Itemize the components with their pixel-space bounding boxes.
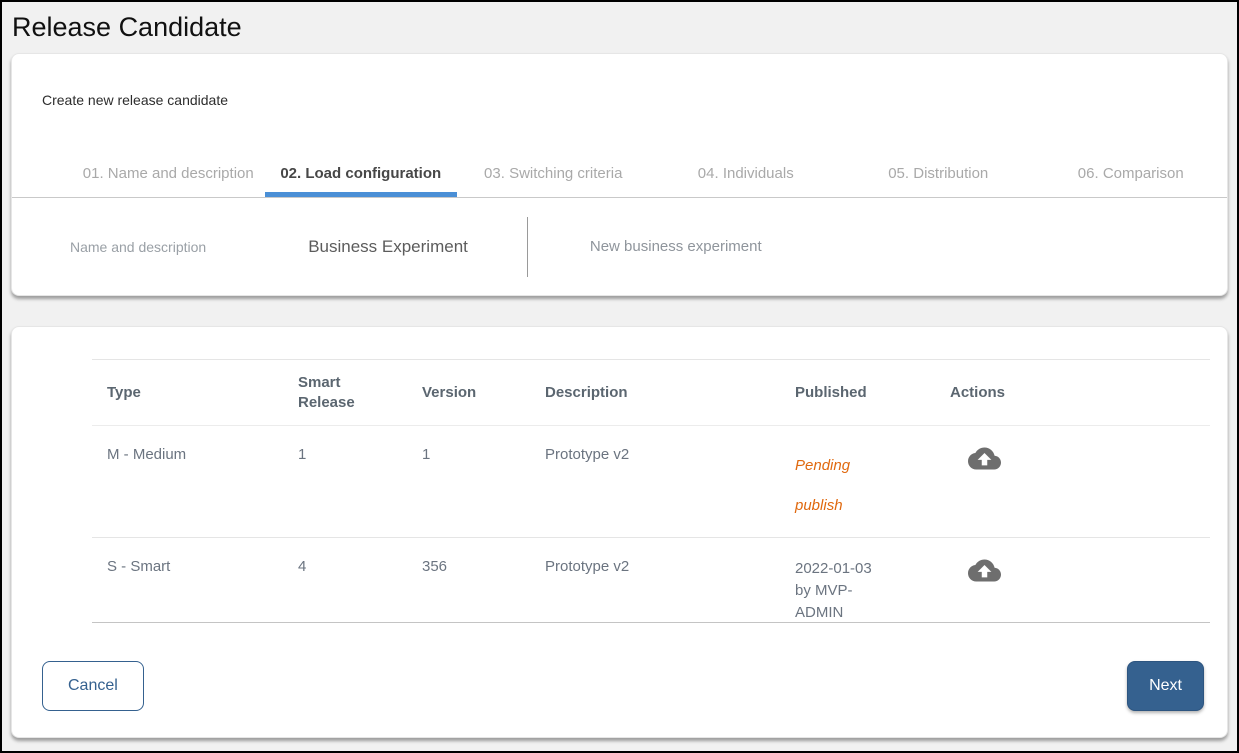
cancel-button[interactable]: Cancel xyxy=(42,661,144,711)
cell-type: S - Smart xyxy=(92,538,283,622)
tab-name-and-description[interactable]: 01. Name and description xyxy=(72,152,265,197)
tab-label: 02. Load configuration xyxy=(280,165,441,182)
cell-smart-release: 4 xyxy=(283,538,407,622)
cell-version: 1 xyxy=(407,426,530,537)
tab-individuals[interactable]: 04. Individuals xyxy=(650,152,843,197)
tab-label: 05. Distribution xyxy=(888,165,988,182)
column-header-version: Version xyxy=(407,384,530,401)
published-date: 2022-01-03 by MVP-ADMIN xyxy=(795,558,881,624)
column-header-type: Type xyxy=(92,384,283,401)
active-tab-underline xyxy=(265,192,458,197)
column-header-actions: Actions xyxy=(935,384,1210,401)
cell-description: Prototype v2 xyxy=(530,538,780,622)
create-release-card: Create new release candidate 01. Name an… xyxy=(11,53,1228,296)
release-candidate-screen: Release Candidate Create new release can… xyxy=(0,0,1239,753)
cell-smart-release: 1 xyxy=(283,426,407,537)
table-row: S - Smart 4 356 Prototype v2 2022-01-03 … xyxy=(92,538,1210,623)
cell-version: 356 xyxy=(407,538,530,622)
wizard-step-tabs: 01. Name and description 02. Load config… xyxy=(12,152,1227,198)
cell-actions xyxy=(935,538,1210,622)
tab-comparison[interactable]: 06. Comparison xyxy=(1035,152,1228,197)
subtab-new-business-experiment[interactable]: New business experiment xyxy=(590,238,762,255)
publish-action-button[interactable] xyxy=(968,558,1001,586)
column-header-description: Description xyxy=(530,384,780,401)
subtab-divider xyxy=(527,217,528,277)
cell-published: Pending publish xyxy=(780,426,935,537)
tab-label: 04. Individuals xyxy=(698,165,794,182)
cloud-upload-icon xyxy=(968,571,1001,586)
page-title: Release Candidate xyxy=(12,12,1237,43)
column-header-smart-release: Smart Release xyxy=(283,373,407,413)
tab-label: 03. Switching criteria xyxy=(484,165,622,182)
configurations-table: Type Smart Release Version Description P… xyxy=(92,359,1210,623)
tab-switching-criteria[interactable]: 03. Switching criteria xyxy=(457,152,650,197)
column-header-published: Published xyxy=(780,384,935,401)
tab-label: 06. Comparison xyxy=(1078,165,1184,182)
subtab-business-experiment[interactable]: Business Experiment xyxy=(308,237,468,257)
load-configuration-subtabs: Name and description Business Experiment… xyxy=(12,198,1227,295)
cell-actions xyxy=(935,426,1210,537)
cloud-upload-icon xyxy=(968,459,1001,474)
cell-published: 2022-01-03 by MVP-ADMIN xyxy=(780,538,935,622)
table-row: M - Medium 1 1 Prototype v2 Pending publ… xyxy=(92,426,1210,538)
tab-distribution[interactable]: 05. Distribution xyxy=(842,152,1035,197)
tab-load-configuration[interactable]: 02. Load configuration xyxy=(265,152,458,197)
next-button[interactable]: Next xyxy=(1127,661,1204,711)
card-heading: Create new release candidate xyxy=(42,92,1227,108)
table-header-row: Type Smart Release Version Description P… xyxy=(92,360,1210,426)
pending-publish-status: Pending publish xyxy=(795,446,885,526)
cell-description: Prototype v2 xyxy=(530,426,780,537)
subtab-name-and-description[interactable]: Name and description xyxy=(70,239,206,255)
footer-actions: Cancel Next xyxy=(12,661,1227,711)
tab-label: 01. Name and description xyxy=(83,165,254,182)
cell-type: M - Medium xyxy=(92,426,283,537)
publish-action-button[interactable] xyxy=(968,446,1001,474)
configuration-table-card: Type Smart Release Version Description P… xyxy=(11,326,1228,738)
